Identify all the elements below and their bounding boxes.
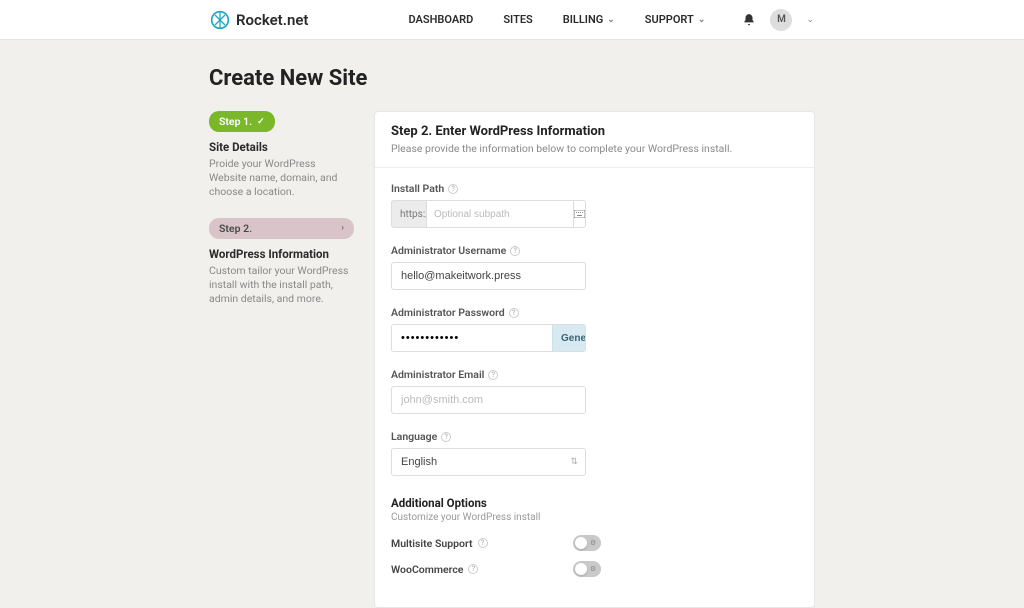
help-icon[interactable]: ? [488,370,498,380]
install-path-input[interactable] [427,200,574,228]
help-icon[interactable]: ? [448,184,458,194]
help-icon[interactable]: ? [441,432,451,442]
nav-dashboard[interactable]: DASHBOARD [408,13,473,26]
panel-title: Step 2. Enter WordPress Information [391,124,798,139]
chevron-down-icon: ⌄ [698,15,706,25]
install-path-row: https://hgn9qk2t6... [391,200,586,228]
admin-pw-label: Administrator Password ? [391,306,798,319]
brand-name: Rocket.net [236,11,308,29]
help-icon[interactable]: ? [478,538,488,548]
gear-icon: ⚙ [587,563,599,575]
language-select[interactable]: English [391,448,586,476]
admin-pw-input[interactable] [392,325,552,351]
help-icon[interactable]: ? [510,246,520,256]
additional-options-title: Additional Options [391,496,798,510]
admin-user-input[interactable] [391,262,586,290]
top-header: Rocket.net DASHBOARD SITES BILLING⌄ SUPP… [0,0,1024,40]
generate-password-button[interactable]: Generate [552,325,586,351]
multisite-label: Multisite Support ? [391,537,488,550]
language-label: Language ? [391,430,798,443]
chevron-down-icon[interactable]: ⌄ [806,15,814,25]
form-panel: Step 2. Enter WordPress Information Plea… [374,111,815,608]
admin-email-input[interactable] [391,386,586,414]
gear-icon: ⚙ [587,537,599,549]
help-icon[interactable]: ? [509,308,519,318]
step-2-title: WordPress Information [209,247,354,261]
admin-user-label: Administrator Username ? [391,244,798,257]
nav-sites[interactable]: SITES [503,13,532,26]
check-icon: ✓ [257,117,265,127]
step-1-desc: Proide your WordPress Website name, doma… [209,157,354,200]
brand-logo[interactable]: Rocket.net [210,10,308,30]
multisite-toggle[interactable]: ⚙ [573,535,601,551]
keyboard-icon[interactable] [574,200,586,228]
rocket-logo-icon [210,10,230,30]
woocommerce-toggle[interactable]: ⚙ [573,561,601,577]
bell-icon[interactable] [742,13,756,27]
step-1-pill[interactable]: Step 1. ✓ [209,111,275,132]
help-icon[interactable]: ? [468,564,478,574]
nav-billing[interactable]: BILLING⌄ [563,13,615,26]
page-title: Create New Site [209,66,815,91]
step-2-pill[interactable]: Step 2. › [209,218,354,239]
panel-subtitle: Please provide the information below to … [391,142,798,155]
install-path-prefix: https://hgn9qk2t6... [391,200,427,228]
step-1-title: Site Details [209,140,354,154]
install-path-label: Install Path ? [391,182,798,195]
additional-options-sub: Customize your WordPress install [391,512,798,523]
chevron-down-icon: ⌄ [607,15,615,25]
step-2-desc: Custom tailor your WordPress install wit… [209,264,354,307]
nav-support[interactable]: SUPPORT⌄ [645,13,706,26]
admin-email-label: Administrator Email ? [391,368,798,381]
wizard-sidebar: Step 1. ✓ Site Details Proide your WordP… [209,111,354,324]
user-avatar[interactable]: M [770,9,792,31]
chevron-right-icon: › [341,223,344,233]
main-nav: DASHBOARD SITES BILLING⌄ SUPPORT⌄ [408,13,705,26]
woocommerce-label: WooCommerce ? [391,563,478,576]
